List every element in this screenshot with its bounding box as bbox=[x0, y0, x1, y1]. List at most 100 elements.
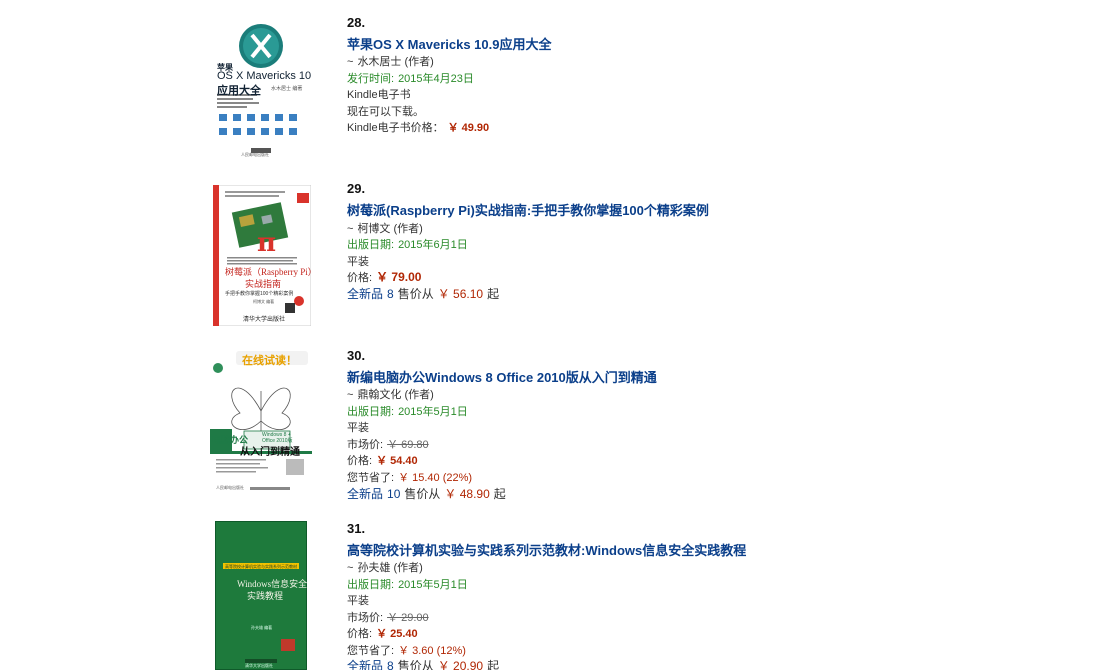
offers-link[interactable]: 全新品 10 bbox=[347, 487, 400, 501]
author-prefix: ~ bbox=[347, 389, 354, 401]
offers-text: 售价从 bbox=[397, 659, 434, 670]
date-value: 2015年4月23日 bbox=[398, 73, 474, 85]
cover-banner-text: 在线试读！ bbox=[242, 355, 297, 367]
author-prefix: ~ bbox=[347, 562, 354, 574]
offers-line: 全新品 8 售价从 ￥ 56.10 起 bbox=[347, 287, 499, 302]
format-link[interactable]: 平装 bbox=[347, 594, 369, 608]
offers-price: ￥ 20.90 bbox=[437, 659, 484, 670]
price-value: ￥ 25.40 bbox=[376, 628, 418, 640]
author-line: ~ 鼎翰文化 (作者) bbox=[347, 388, 434, 402]
offers-text: 售价从 bbox=[397, 287, 434, 301]
price-label: 价格: bbox=[347, 272, 373, 284]
availability-text: 现在可以下载。 bbox=[347, 106, 424, 118]
release-date-line: 出版日期: 2015年5月1日 bbox=[347, 405, 468, 419]
offers-prefix: 全新品 bbox=[347, 487, 384, 501]
offers-link[interactable]: 全新品 8 bbox=[347, 659, 394, 670]
svg-text:π: π bbox=[257, 228, 276, 258]
author-prefix: ~ bbox=[347, 223, 354, 235]
cover-subtitle-text: 应用大全 bbox=[217, 85, 261, 97]
price-line: 价格: ￥ 79.00 bbox=[347, 270, 421, 286]
list-price-line: 市场价: ￥ 69.80 bbox=[347, 438, 429, 452]
date-label: 出版日期: bbox=[347, 239, 395, 251]
savings-line: 您节省了: ￥ 3.60 (12%) bbox=[347, 644, 466, 658]
offers-price: ￥ 48.90 bbox=[444, 487, 490, 501]
price-label: 价格: bbox=[347, 455, 373, 467]
cover-series-text: 高等院校计算机实验与实践系列示范教材 bbox=[225, 564, 297, 569]
release-date-line: 出版日期: 2015年5月1日 bbox=[347, 578, 468, 592]
author-name[interactable]: 柯博文 (作者) bbox=[357, 223, 422, 235]
offers-suffix: 起 bbox=[487, 287, 500, 301]
list-price-line: 市场价: ￥ 29.00 bbox=[347, 611, 429, 625]
author-name[interactable]: 鼎翰文化 (作者) bbox=[357, 389, 433, 401]
offers-line: 全新品 10 售价从 ￥ 48.90 起 bbox=[347, 487, 506, 502]
list-price-label: 市场价: bbox=[347, 439, 384, 451]
cover-title-text: OS X Mavericks 10.9 bbox=[217, 70, 311, 82]
offers-prefix: 全新品 bbox=[347, 287, 384, 301]
offers-price: ￥ 56.10 bbox=[437, 287, 484, 301]
date-value: 2015年5月1日 bbox=[398, 579, 468, 591]
cover-publisher-text: 人民邮电出版社 bbox=[241, 152, 269, 157]
date-label: 出版日期: bbox=[347, 406, 395, 418]
author-prefix: ~ bbox=[347, 56, 354, 68]
price-value: ￥ 49.90 bbox=[447, 122, 490, 134]
book-title-link[interactable]: 苹果OS X Mavericks 10.9应用大全 bbox=[347, 37, 551, 53]
price-line: 价格: ￥ 25.40 bbox=[347, 627, 418, 641]
savings-label: 您节省了: bbox=[347, 472, 395, 484]
price-line: Kindle电子书价格： ￥ 49.90 bbox=[347, 121, 489, 135]
book-title-link[interactable]: 高等院校计算机实验与实践系列示范教材:Windows信息安全实践教程 bbox=[347, 543, 746, 559]
offers-count: 10 bbox=[387, 487, 401, 501]
result-rank: 30. bbox=[347, 348, 366, 363]
offers-line: 全新品 8 售价从 ￥ 20.90 起 bbox=[347, 659, 499, 670]
cover-publisher-text: 清华大学出版社 bbox=[243, 317, 286, 323]
savings-label: 您节省了: bbox=[347, 645, 395, 657]
author-name[interactable]: 孙夫雄 (作者) bbox=[357, 562, 422, 574]
result-rank: 31. bbox=[347, 521, 366, 536]
cover-author-text: 柯博文 编著 bbox=[253, 299, 275, 304]
offers-prefix: 全新品 bbox=[347, 659, 384, 670]
offers-count: 8 bbox=[387, 287, 394, 301]
list-price-value: ￥ 29.00 bbox=[387, 612, 429, 624]
savings-value: ￥ 3.60 (12%) bbox=[398, 645, 466, 657]
cover-subtitle-text: 实战指南 bbox=[245, 279, 282, 289]
book-title-link[interactable]: 新编电脑办公Windows 8 Office 2010版从入门到精通 bbox=[347, 370, 657, 386]
cover-subtitle-text: 实践教程 bbox=[247, 591, 284, 601]
author-name[interactable]: 水木居士 (作者) bbox=[357, 56, 433, 68]
release-date-line: 发行时间: 2015年4月23日 bbox=[347, 72, 474, 86]
search-results-list: 苹果 OS X Mavericks 10.9 应用大全 水木居士 编著 人民邮电… bbox=[0, 0, 1096, 670]
format-link[interactable]: Kindle电子书 bbox=[347, 88, 411, 102]
format-link[interactable]: 平装 bbox=[347, 421, 369, 435]
price-value: ￥ 54.40 bbox=[376, 455, 418, 467]
cover-author-text: 孙夫雄 编著 bbox=[251, 625, 273, 630]
offers-text: 售价从 bbox=[404, 487, 441, 501]
author-line: ~ 孙夫雄 (作者) bbox=[347, 561, 423, 575]
release-date-line: 出版日期: 2015年6月1日 bbox=[347, 238, 468, 252]
book-title-link[interactable]: 树莓派(Raspberry Pi)实战指南:手把手教你掌握100个精彩案例 bbox=[347, 203, 709, 219]
cover-publisher-text: 清华大学出版社 bbox=[245, 663, 273, 668]
offers-suffix: 起 bbox=[487, 659, 500, 670]
book-cover-image[interactable]: 苹果 OS X Mavericks 10.9 应用大全 水木居士 编著 人民邮电… bbox=[211, 18, 311, 158]
date-label: 出版日期: bbox=[347, 579, 395, 591]
book-cover-image[interactable]: 高等院校计算机实验与实践系列示范教材 Windows信息安全 实践教程 孙夫雄 … bbox=[215, 521, 307, 670]
list-price-label: 市场价: bbox=[347, 612, 384, 624]
author-line: ~ 水木居士 (作者) bbox=[347, 55, 434, 69]
author-line: ~ 柯博文 (作者) bbox=[347, 222, 423, 236]
cover-publisher-text: 人民邮电出版社 bbox=[216, 485, 244, 490]
cover-author-text: 水木居士 编著 bbox=[271, 86, 303, 92]
date-value: 2015年5月1日 bbox=[398, 406, 468, 418]
savings-line: 您节省了: ￥ 15.40 (22%) bbox=[347, 471, 472, 485]
result-rank: 29. bbox=[347, 181, 366, 196]
date-value: 2015年6月1日 bbox=[398, 239, 468, 251]
offers-count: 8 bbox=[387, 659, 394, 670]
offers-link[interactable]: 全新品 8 bbox=[347, 287, 394, 301]
list-price-value: ￥ 69.80 bbox=[387, 439, 429, 451]
book-cover-image[interactable]: 在线试读！ 电脑办公 Windows 8 + Office 2010版 从入门到… bbox=[210, 351, 312, 495]
book-cover-image[interactable]: π 树莓派（Raspberry Pi） 实战指南 手把手教你掌握100个精彩案例… bbox=[213, 185, 311, 326]
format-link[interactable]: 平装 bbox=[347, 255, 369, 269]
price-label: 价格: bbox=[347, 628, 373, 640]
savings-value: ￥ 15.40 (22%) bbox=[398, 472, 473, 484]
book-cover-graphic bbox=[210, 351, 312, 495]
cover-subtitle-text: 从入门到精通 bbox=[240, 447, 300, 458]
price-line: 价格: ￥ 54.40 bbox=[347, 454, 418, 468]
cover-tagline-text: 手把手教你掌握100个精彩案例 bbox=[225, 291, 294, 297]
result-rank: 28. bbox=[347, 15, 366, 30]
